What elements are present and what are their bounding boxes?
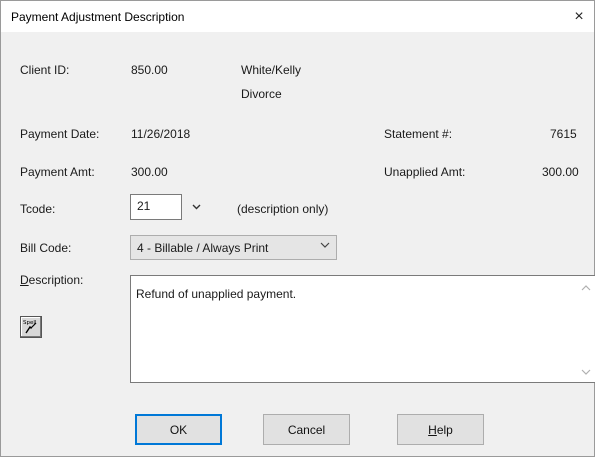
description-text: Refund of unapplied payment. [136,287,297,301]
help-button[interactable]: Help [397,414,484,445]
statement-label: Statement #: [384,127,453,141]
bill-code-select[interactable]: 4 - Billable / Always Print [130,235,337,260]
chevron-down-icon [192,204,200,210]
help-rest: elp [436,422,453,437]
window-title: Payment Adjustment Description [11,10,185,24]
payment-adjustment-dialog: Payment Adjustment Description × Client … [0,0,595,457]
svg-text:Spell: Spell [23,320,37,326]
tcode-note: (description only) [237,202,329,216]
description-label: Description: [20,273,83,287]
cancel-button-label: Cancel [287,422,326,437]
client-id-value: 850.00 [131,63,168,77]
tcode-value: 21 [137,199,151,213]
close-button[interactable]: × [564,1,594,32]
help-button-label: Help [428,423,453,437]
scroll-up-icon[interactable] [581,284,591,291]
title-bar: Payment Adjustment Description × [1,1,594,32]
description-label-rest: escription: [28,273,84,287]
bill-code-selected: 4 - Billable / Always Print [137,241,269,255]
unapplied-amt-label: Unapplied Amt: [384,165,466,179]
close-icon: × [574,7,584,25]
spell-check-icon: Spell [23,320,37,334]
statement-value: 7615 [550,127,577,141]
spell-check-button[interactable]: Spell [20,316,42,338]
help-accel: H [428,422,437,437]
ok-button[interactable]: OK [135,414,222,445]
tcode-input[interactable]: 21 [130,194,182,220]
client-name: White/Kelly [241,63,302,77]
description-label-accel: D [20,273,29,287]
chevron-down-icon [320,242,330,248]
bill-code-label: Bill Code: [20,241,72,255]
client-matter: Divorce [241,87,282,101]
payment-amt-label: Payment Amt: [20,165,95,179]
tcode-label: Tcode: [20,202,56,216]
description-textarea[interactable]: Refund of unapplied payment. [130,275,595,383]
client-id-label: Client ID: [20,63,70,77]
payment-date-label: Payment Date: [20,127,100,141]
ok-button-label: OK [169,422,188,437]
cancel-button[interactable]: Cancel [263,414,350,445]
payment-date-value: 11/26/2018 [131,127,191,141]
tcode-dropdown-button[interactable] [187,197,205,217]
payment-amt-value: 300.00 [131,165,168,179]
unapplied-amt-value: 300.00 [542,165,579,179]
scroll-down-icon[interactable] [581,369,591,376]
